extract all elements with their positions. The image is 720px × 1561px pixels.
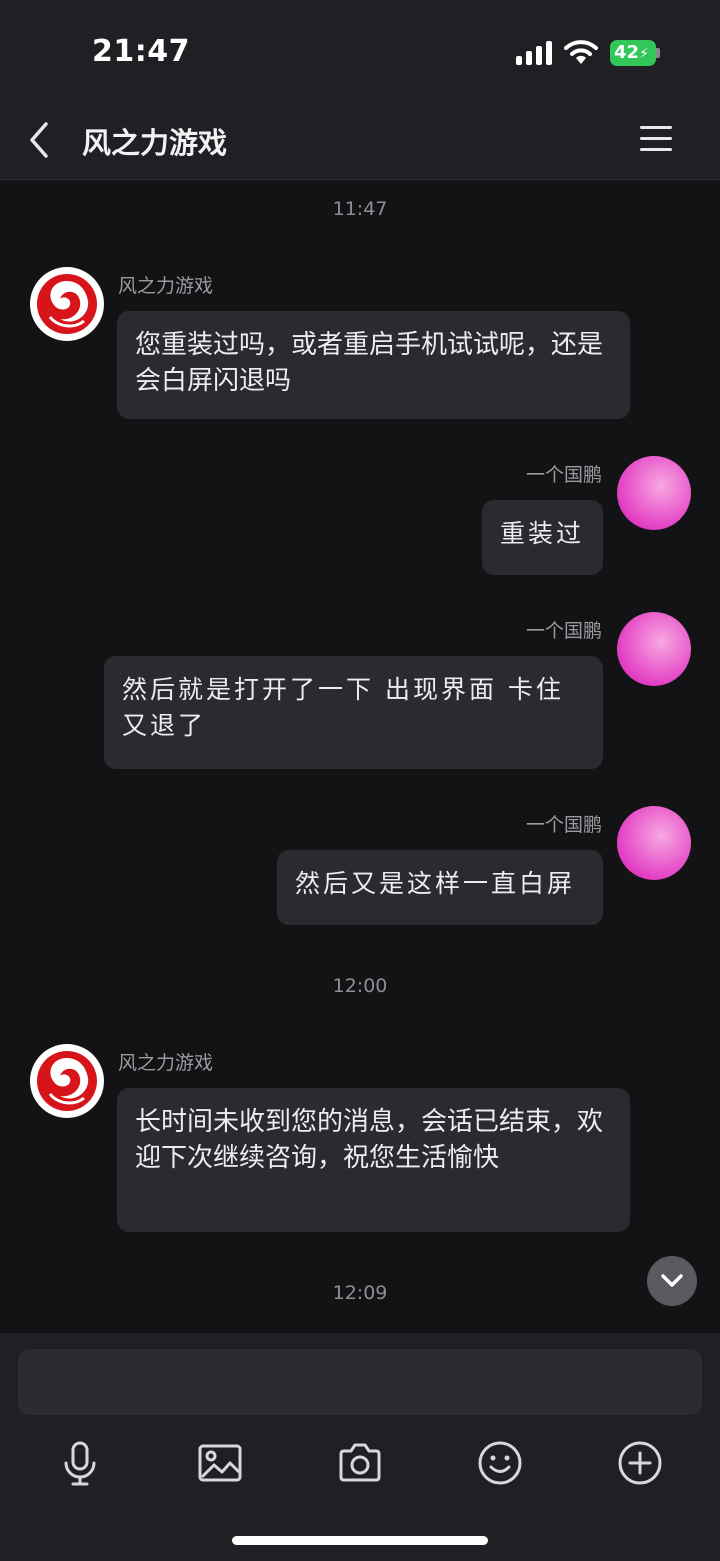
user-avatar[interactable]: [617, 456, 691, 530]
emoji-icon[interactable]: [476, 1439, 524, 1487]
store-avatar[interactable]: [30, 267, 104, 341]
chat-message-list[interactable]: 11:47 风之力游戏 您重装过吗，或者重启手机试试呢，还是会白屏闪退吗 一个国…: [0, 181, 720, 1333]
battery-indicator: 42⚡: [610, 40, 656, 66]
message-bubble[interactable]: 长时间未收到您的消息，会话已结束，欢迎下次继续咨询，祝您生活愉快: [117, 1088, 630, 1232]
store-avatar[interactable]: [30, 1044, 104, 1118]
microphone-icon[interactable]: [56, 1439, 104, 1487]
sender-name: 一个国鹏: [525, 814, 602, 836]
message-bubble[interactable]: 重装过: [482, 500, 603, 575]
user-avatar[interactable]: [617, 612, 691, 686]
chat-header: 风之力游戏: [0, 100, 720, 180]
charging-bolt-icon: ⚡: [639, 46, 649, 62]
plus-circle-icon[interactable]: [616, 1439, 664, 1487]
user-avatar[interactable]: [617, 806, 691, 880]
message-bubble[interactable]: 然后又是这样一直白屏: [277, 850, 603, 925]
message-bubble[interactable]: 然后就是打开了一下 出现界面 卡住又退了: [104, 656, 603, 769]
sender-name: 风之力游戏: [118, 1052, 214, 1074]
battery-level: 42: [614, 42, 640, 63]
chevron-down-icon: [661, 1274, 683, 1287]
wifi-icon: [564, 40, 598, 64]
cellular-signal-icon: [516, 41, 554, 65]
image-icon[interactable]: [196, 1439, 244, 1487]
scroll-to-bottom-button[interactable]: [647, 1256, 697, 1306]
status-time: 21:47: [92, 34, 190, 69]
camera-icon[interactable]: [336, 1439, 384, 1487]
message-timestamp: 12:00: [332, 975, 388, 997]
sender-name: 风之力游戏: [118, 275, 214, 297]
message-timestamp: 12:09: [332, 1282, 388, 1304]
page-title: 风之力游戏: [82, 126, 228, 160]
message-bubble[interactable]: 您重装过吗，或者重启手机试试呢，还是会白屏闪退吗: [117, 311, 630, 419]
message-timestamp: 11:47: [332, 198, 388, 220]
logo-icon: [37, 1051, 97, 1111]
message-composer: [0, 1333, 720, 1561]
sender-name: 一个国鹏: [525, 464, 602, 486]
sender-name: 一个国鹏: [525, 620, 602, 642]
message-input[interactable]: [18, 1349, 702, 1415]
status-bar: 21:47 42⚡: [0, 0, 720, 100]
hamburger-menu-icon[interactable]: [640, 124, 672, 154]
battery-tip: [656, 48, 660, 58]
logo-icon: [37, 274, 97, 334]
chevron-left-icon[interactable]: [24, 118, 58, 162]
home-indicator: [232, 1536, 488, 1545]
